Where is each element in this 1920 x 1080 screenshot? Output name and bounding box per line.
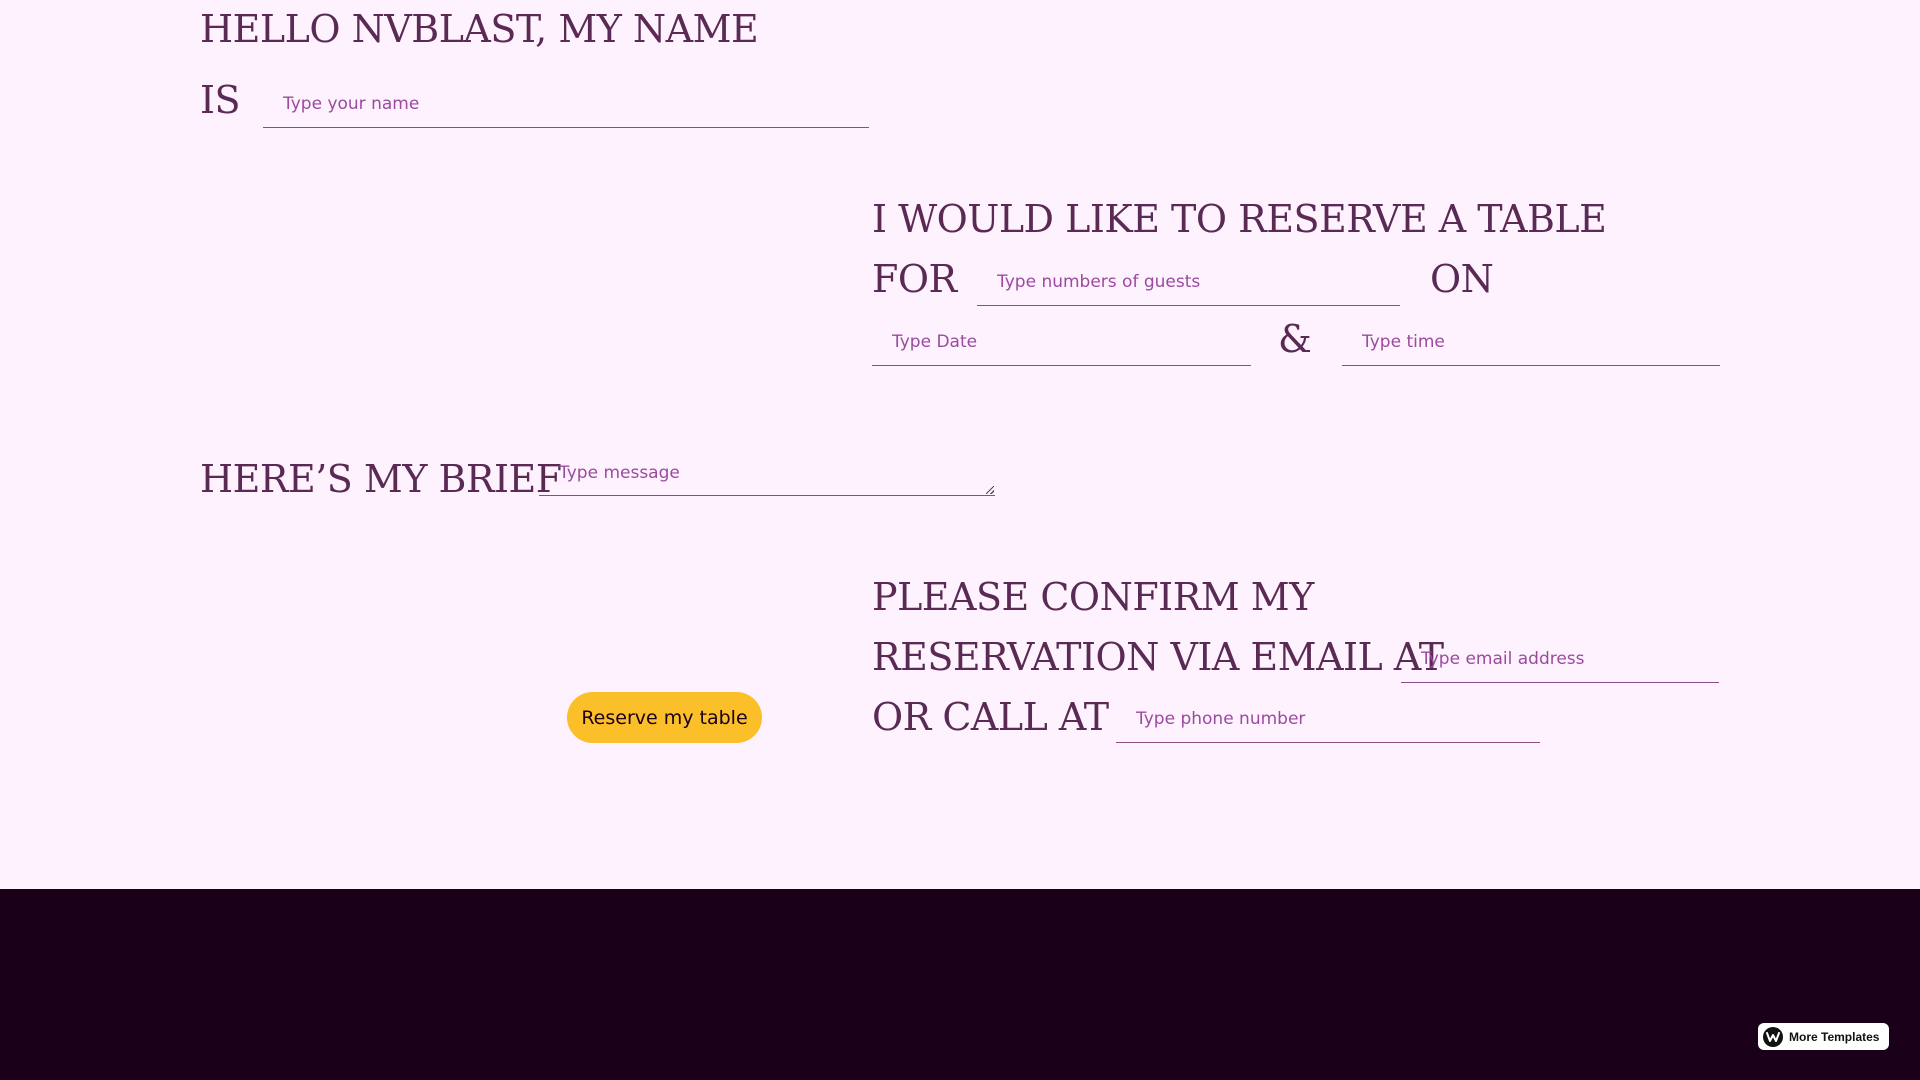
message-textarea[interactable] (539, 450, 995, 496)
greeting-is-label: IS (200, 78, 241, 122)
reserve-heading: I WOULD LIKE TO RESERVE A TABLE (872, 197, 1607, 241)
brief-label: HERE’S MY BRIEF (200, 457, 562, 501)
confirm-call-label: OR CALL AT (872, 695, 1109, 739)
greeting-heading: HELLO NVBLAST, MY NAME (200, 7, 759, 51)
webflow-logo-icon (1763, 1026, 1783, 1047)
message-field-wrapper (539, 450, 995, 496)
resize-grip-icon[interactable] (986, 486, 994, 494)
for-label: FOR (872, 257, 957, 301)
reservation-form-section: HELLO NVBLAST, MY NAME IS I WOULD LIKE T… (0, 0, 1920, 889)
confirm-email-label: RESERVATION VIA EMAIL AT (872, 635, 1444, 679)
reserve-table-button[interactable]: Reserve my table (567, 692, 762, 743)
date-input[interactable] (872, 318, 1251, 366)
page: HELLO NVBLAST, MY NAME IS I WOULD LIKE T… (0, 0, 1920, 1080)
phone-input[interactable] (1116, 695, 1540, 743)
time-input[interactable] (1342, 318, 1720, 366)
on-label: ON (1430, 257, 1494, 301)
more-templates-label: More Templates (1789, 1029, 1880, 1044)
ampersand-label: & (1278, 317, 1312, 361)
more-templates-badge[interactable]: More Templates (1758, 1023, 1889, 1050)
email-input[interactable] (1401, 635, 1719, 683)
footer (0, 889, 1920, 1080)
name-input[interactable] (263, 80, 869, 128)
guests-input[interactable] (977, 258, 1400, 306)
confirm-heading: PLEASE CONFIRM MY (872, 575, 1314, 619)
